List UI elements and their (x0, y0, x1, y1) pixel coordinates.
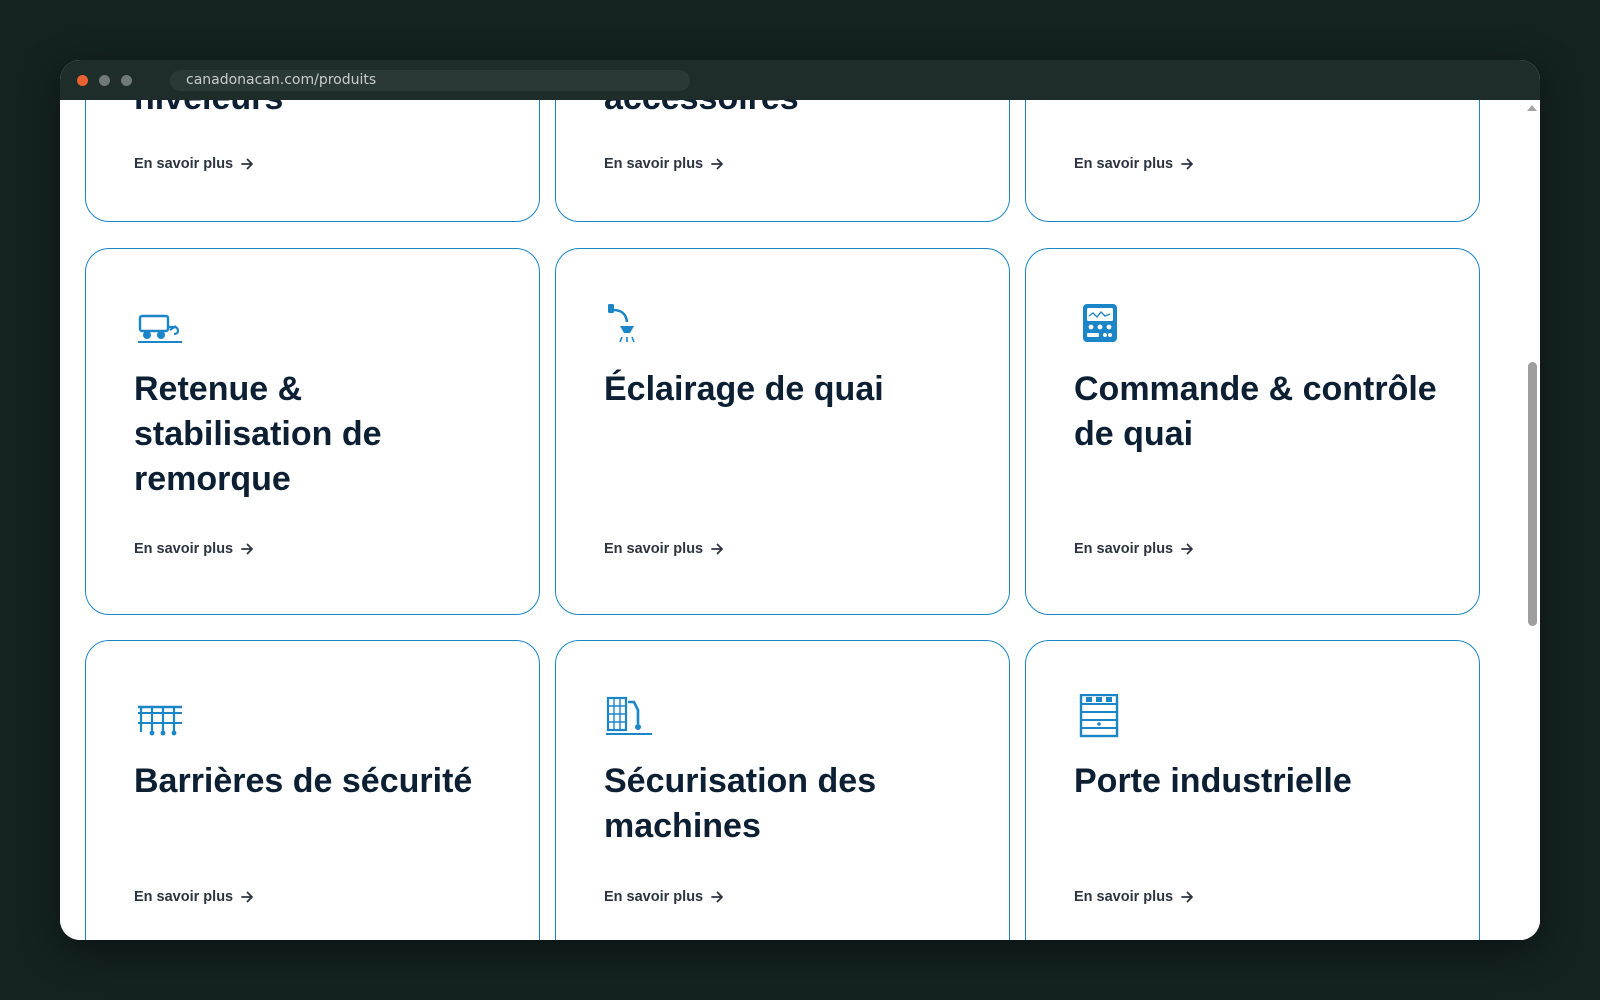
page-viewport: niveleurs En savoir plus accessoires En … (60, 100, 1540, 940)
machine-guarding-icon (606, 696, 652, 735)
product-card[interactable]: niveleurs En savoir plus (85, 100, 540, 222)
arrow-right-icon (711, 543, 724, 555)
learn-more-label: En savoir plus (604, 889, 704, 905)
learn-more-link[interactable]: En savoir plus (1074, 541, 1194, 557)
dock-light-icon (608, 304, 635, 343)
window-maximize-button[interactable] (121, 74, 132, 86)
arrow-right-icon (1181, 543, 1194, 555)
learn-more-link[interactable]: En savoir plus (1074, 156, 1194, 172)
arrow-right-icon (241, 891, 254, 903)
card-title: Sécurisation des machines (604, 762, 877, 845)
scrollbar-thumb[interactable] (1528, 362, 1537, 626)
learn-more-link[interactable]: En savoir plus (134, 541, 254, 557)
learn-more-link[interactable]: En savoir plus (604, 889, 724, 905)
learn-more-label: En savoir plus (604, 156, 704, 172)
window-close-button[interactable] (77, 74, 88, 86)
product-card[interactable]: Barrières de sécurité En savoir plus (85, 640, 540, 940)
vertical-scrollbar[interactable] (1522, 100, 1540, 940)
learn-more-label: En savoir plus (134, 889, 234, 905)
scroll-up-arrow-icon[interactable] (1527, 105, 1537, 111)
card-title: niveleurs (134, 100, 283, 121)
arrow-right-icon (1181, 158, 1194, 170)
product-card[interactable]: Éclairage de quai En savoir plus (555, 248, 1010, 615)
product-card[interactable]: En savoir plus (1025, 100, 1480, 222)
card-title: Commande & contrôle de quai (1074, 370, 1437, 453)
product-card[interactable]: Commande & contrôle de quai En savoir pl… (1025, 248, 1480, 615)
card-title: Retenue & stabilisation de remorque (134, 370, 382, 498)
control-panel-icon (1083, 304, 1117, 342)
address-bar[interactable]: canadonacan.com/produits (170, 70, 690, 91)
learn-more-link[interactable]: En savoir plus (1074, 889, 1194, 905)
trailer-restraint-icon (138, 314, 182, 343)
learn-more-label: En savoir plus (604, 541, 704, 557)
learn-more-label: En savoir plus (1074, 156, 1174, 172)
arrow-right-icon (1181, 891, 1194, 903)
learn-more-link[interactable]: En savoir plus (604, 156, 724, 172)
arrow-right-icon (711, 891, 724, 903)
learn-more-label: En savoir plus (134, 541, 234, 557)
product-card[interactable]: Porte industrielle En savoir plus (1025, 640, 1480, 940)
arrow-right-icon (711, 158, 724, 170)
browser-window: canadonacan.com/produits niveleurs En sa… (60, 60, 1540, 940)
learn-more-label: En savoir plus (134, 156, 234, 172)
product-card[interactable]: accessoires En savoir plus (555, 100, 1010, 222)
card-title: Porte industrielle (1074, 762, 1352, 800)
product-card[interactable]: Retenue & stabilisation de remorque En s… (85, 248, 540, 615)
learn-more-link[interactable]: En savoir plus (134, 889, 254, 905)
browser-titlebar: canadonacan.com/produits (60, 60, 1540, 100)
card-title: Éclairage de quai (604, 370, 884, 408)
learn-more-link[interactable]: En savoir plus (134, 156, 254, 172)
arrow-right-icon (241, 543, 254, 555)
window-minimize-button[interactable] (99, 74, 110, 86)
product-card[interactable]: Sécurisation des machines En savoir plus (555, 640, 1010, 940)
arrow-right-icon (241, 158, 254, 170)
learn-more-link[interactable]: En savoir plus (604, 541, 724, 557)
card-title: accessoires (604, 100, 799, 121)
industrial-door-icon (1079, 694, 1119, 738)
card-title: Barrières de sécurité (134, 762, 473, 800)
safety-barrier-icon (138, 705, 182, 736)
learn-more-label: En savoir plus (1074, 541, 1174, 557)
learn-more-label: En savoir plus (1074, 889, 1174, 905)
